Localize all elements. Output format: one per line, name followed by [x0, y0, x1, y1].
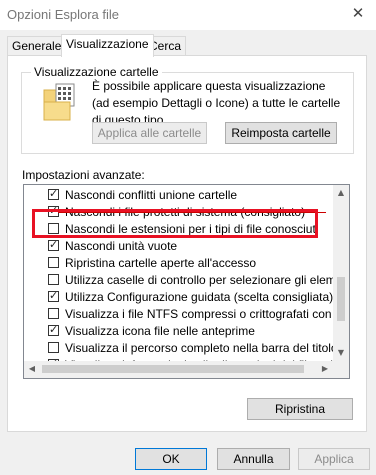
list-item-label: Visualizza icona file nelle anteprime	[65, 324, 255, 338]
scroll-up-icon[interactable]: ▲	[333, 185, 349, 201]
scroll-right-icon[interactable]: ▶	[317, 361, 333, 377]
checkbox[interactable]	[48, 238, 59, 251]
list-item-label: Visualizza il percorso completo nella ba…	[65, 341, 338, 355]
list-item-label: Nascondi unità vuote	[65, 239, 178, 253]
restore-defaults-button[interactable]: Ripristina	[247, 398, 353, 420]
advanced-settings-label: Impostazioni avanzate:	[22, 168, 145, 182]
apply-to-folders-button[interactable]: Applica alle cartelle	[92, 122, 207, 144]
scroll-corner	[332, 361, 349, 378]
list-item-label: Ripristina cartelle aperte all'accesso	[65, 256, 257, 270]
tab-visualizzazione[interactable]: Visualizzazione	[61, 34, 154, 57]
horizontal-scrollbar[interactable]: ◀ ▶	[24, 361, 333, 378]
checkbox[interactable]	[48, 257, 59, 268]
list-item-label: Utilizza caselle di controllo per selezi…	[65, 273, 350, 287]
list-item-label: Nascondi conflitti unione cartelle	[65, 188, 238, 202]
checkbox[interactable]	[48, 308, 59, 319]
scroll-thumb[interactable]	[337, 277, 345, 321]
list-item-label: Utilizza Configurazione guidata (scelta …	[65, 290, 334, 304]
title-bar: Opzioni Esplora file ✕	[0, 0, 376, 30]
apply-button[interactable]: Applica	[298, 448, 370, 470]
window-title: Opzioni Esplora file	[7, 7, 119, 22]
scroll-down-icon[interactable]: ▼	[333, 345, 349, 361]
tab-generale[interactable]: Generale	[7, 36, 67, 56]
list-item-label: Visualizza i file NTFS compressi o critt…	[65, 307, 349, 321]
checkbox[interactable]	[48, 342, 59, 353]
folder-icon	[43, 83, 75, 121]
scroll-thumb[interactable]	[42, 365, 304, 373]
reset-folders-button[interactable]: Reimposta cartelle	[225, 122, 337, 144]
checkbox[interactable]	[48, 323, 59, 336]
ok-button[interactable]: OK	[135, 448, 207, 470]
vertical-scrollbar[interactable]: ▲ ▼	[333, 185, 349, 361]
highlight-annotation	[32, 209, 318, 238]
cancel-button[interactable]: Annulla	[217, 448, 290, 470]
scroll-left-icon[interactable]: ◀	[24, 361, 40, 377]
checkbox[interactable]	[48, 187, 59, 200]
folder-view-group-title: Visualizzazione cartelle	[31, 65, 162, 79]
close-icon[interactable]: ✕	[348, 4, 368, 24]
checkbox[interactable]	[48, 274, 59, 285]
checkbox[interactable]	[48, 289, 59, 302]
